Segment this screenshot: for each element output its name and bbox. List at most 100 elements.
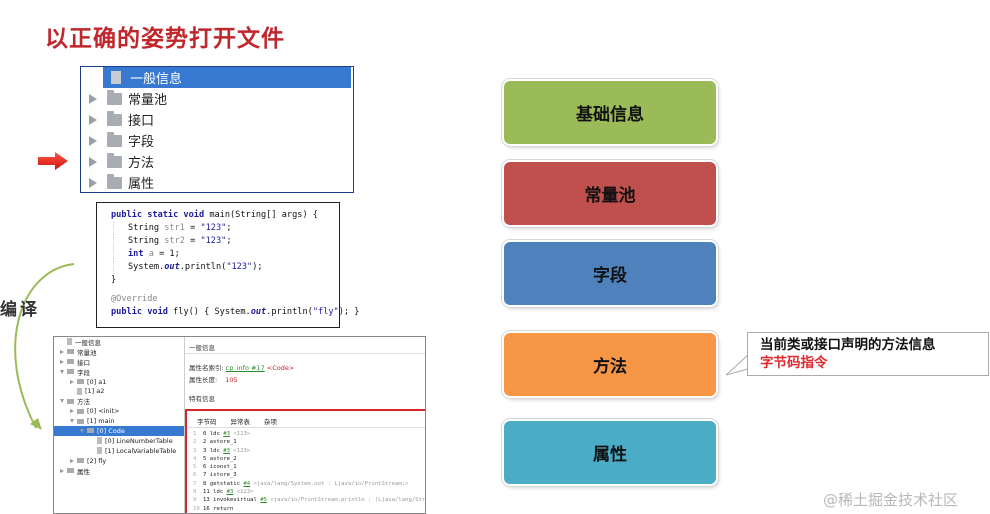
tree-item-label: 方法: [128, 156, 155, 171]
expand-arrow-icon[interactable]: [70, 458, 74, 463]
tree-item-interfaces[interactable]: 接口: [81, 109, 353, 130]
line-number: 9: [193, 497, 197, 504]
viewer-tree-label: 属性: [77, 467, 90, 476]
constant-ref[interactable]: #3: [223, 431, 230, 437]
code-line: public static void main(String[] args) {: [111, 209, 339, 222]
red-arrow-icon: [38, 152, 68, 170]
expand-arrow-icon[interactable]: [60, 349, 64, 354]
bytecode-line: 5 6 iconst_1: [193, 463, 425, 471]
viewer-tree-item[interactable]: [0] <init>: [54, 406, 184, 416]
viewer-tree-item[interactable]: 接口: [54, 357, 184, 367]
expand-arrow-icon[interactable]: [60, 359, 64, 364]
expand-arrow-icon[interactable]: [70, 409, 74, 414]
expand-arrow-icon[interactable]: [60, 399, 64, 404]
viewer-tree-item[interactable]: [0] a1: [54, 377, 184, 387]
java-source-code: public static void main(String[] args) {…: [96, 202, 359, 328]
expand-arrow-icon[interactable]: [89, 135, 97, 146]
viewer-tree-label: 常量池: [77, 348, 97, 357]
viewer-tree-item[interactable]: [2] fly: [54, 456, 184, 466]
document-icon: [97, 447, 102, 455]
code-token: out: [250, 307, 267, 317]
attr-name-link[interactable]: cp_info #17: [226, 364, 265, 372]
code-token: "123": [200, 236, 227, 246]
viewer-tree-item[interactable]: [0] Code: [54, 426, 184, 436]
expand-arrow-icon[interactable]: [89, 93, 97, 104]
box-label: 方法: [593, 357, 627, 377]
attr-length-label: 属性长度:: [189, 376, 218, 384]
viewer-tree-item[interactable]: 一般信息: [54, 337, 184, 347]
code-token: "123": [200, 223, 227, 233]
tree-item-fields[interactable]: 字段: [81, 130, 353, 151]
bytecode-line: 2 2 astore_1: [193, 438, 425, 446]
box-basic-info: 基础信息: [504, 81, 716, 144]
expand-arrow-icon[interactable]: [60, 468, 64, 473]
instruction: 6 iconst_1: [203, 464, 237, 471]
tab-bar: 字节码 异常表 杂项: [187, 411, 425, 428]
viewer-tree-item[interactable]: [1] LocalVariableTable: [54, 446, 184, 456]
bytecode-line: 3 3 ldc #3 <123>: [193, 447, 425, 455]
tree-item-general[interactable]: 一般信息: [103, 67, 351, 88]
slide-title: 以正确的姿势打开文件: [45, 26, 285, 52]
attr-name-label: 属性名索引:: [189, 364, 224, 372]
constant-ref[interactable]: #3: [223, 448, 230, 454]
instruction-comment: <123>: [229, 447, 251, 454]
line-number: 1: [193, 431, 197, 437]
attr-length-row: 属性长度: 105: [189, 374, 238, 384]
box-fields: 字段: [504, 242, 716, 305]
code-token: String: [128, 223, 165, 233]
constant-ref[interactable]: #5: [260, 497, 267, 503]
code-token: fly() { System.: [173, 307, 251, 317]
line-number: 7: [193, 480, 197, 487]
line-number: 5: [193, 464, 197, 471]
box-label: 常量池: [584, 186, 636, 206]
folder-icon: [67, 398, 74, 404]
document-icon: [111, 71, 121, 84]
expand-arrow-icon[interactable]: [70, 379, 74, 384]
code-token: =: [184, 223, 201, 233]
code-line: String str2 = "123";: [113, 235, 339, 248]
expand-arrow-icon[interactable]: [89, 114, 97, 125]
expand-arrow-icon[interactable]: [89, 177, 97, 188]
box-label: 字段: [593, 266, 627, 286]
code-token: "123": [226, 262, 253, 272]
expand-arrow-icon[interactable]: [60, 369, 64, 374]
viewer-tree-item[interactable]: 属性: [54, 466, 184, 476]
folder-icon: [67, 369, 74, 375]
instruction: 7 istore_3: [203, 472, 237, 479]
expand-arrow-icon[interactable]: [80, 428, 84, 433]
attr-name-row: 属性名索引: cp_info #17 <Code>: [189, 362, 294, 372]
code-token: .println(: [266, 307, 313, 317]
tab-bytecode[interactable]: 字节码: [197, 416, 217, 427]
viewer-tree-item[interactable]: 字段: [54, 367, 184, 377]
tree-item-constant-pool[interactable]: 常量池: [81, 88, 353, 109]
tree-item-label: 常量池: [128, 93, 168, 108]
viewer-tree-item[interactable]: [1] main: [54, 416, 184, 426]
tab-exception-table[interactable]: 异常表: [231, 416, 251, 427]
viewer-tree-item[interactable]: [0] LineNumberTable: [54, 436, 184, 446]
line-number: 8: [193, 489, 197, 496]
expand-arrow-icon[interactable]: [89, 156, 97, 167]
instruction: 13 invokevirtual: [203, 497, 261, 504]
folder-icon: [107, 110, 122, 126]
viewer-tree-item[interactable]: [1] a2: [54, 386, 184, 396]
code-token: int: [128, 249, 149, 259]
viewer-tree-label: 方法: [77, 398, 90, 407]
tree-item-label: 一般信息: [130, 72, 183, 87]
tab-misc[interactable]: 杂项: [264, 416, 277, 427]
viewer-tree-item[interactable]: 常量池: [54, 347, 184, 357]
instruction: 5 astore_2: [203, 455, 237, 462]
instruction-comment: <123>: [229, 431, 251, 437]
tree-item-attributes[interactable]: 属性: [81, 172, 353, 193]
code-token: .println(: [179, 262, 227, 272]
viewer-tree-label: [2] fly: [87, 456, 107, 465]
document-icon: [67, 338, 72, 346]
code-token: ); }: [338, 307, 360, 317]
instruction: 11 ldc: [203, 489, 227, 496]
viewer-tree-item[interactable]: 方法: [54, 396, 184, 406]
instruction: 16 return: [203, 505, 234, 512]
folder-icon: [87, 428, 94, 434]
document-icon: [77, 387, 82, 395]
callout-line-2: 字节码指令: [760, 355, 828, 371]
tree-item-methods[interactable]: 方法: [81, 151, 353, 172]
expand-arrow-icon[interactable]: [70, 419, 74, 424]
